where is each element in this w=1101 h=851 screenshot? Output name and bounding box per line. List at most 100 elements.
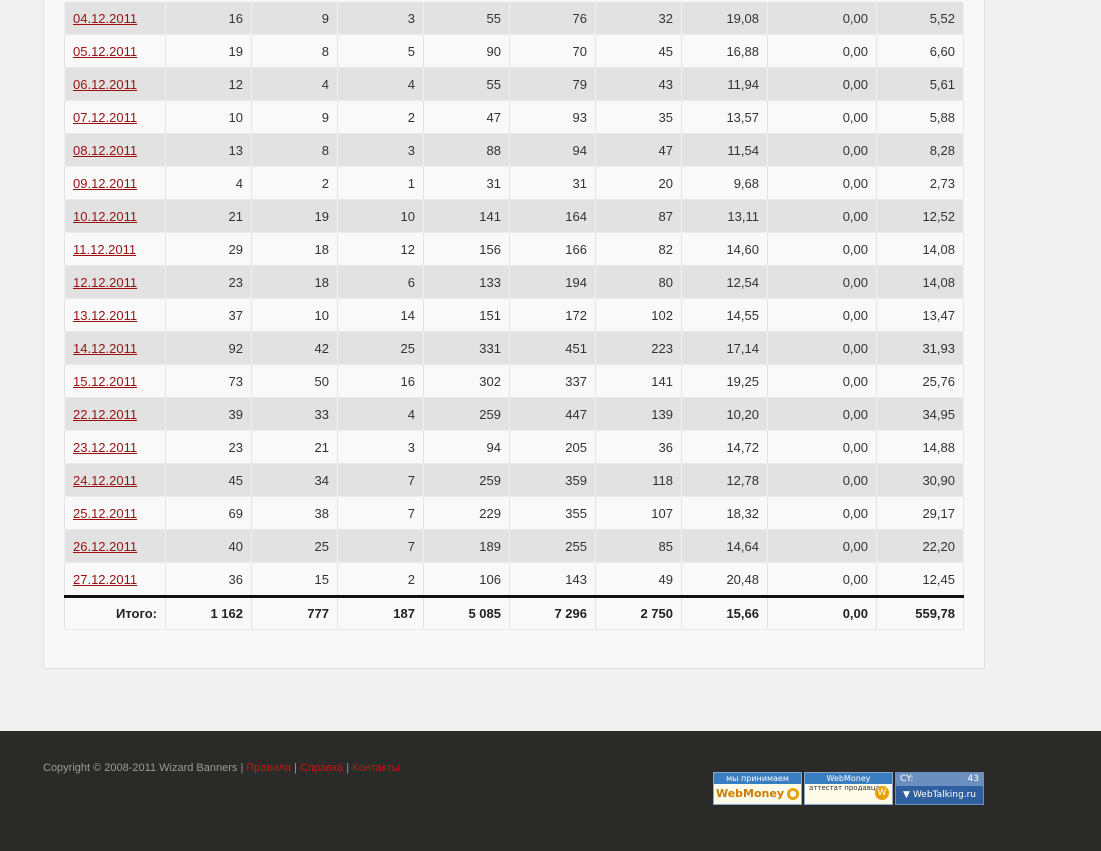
date-link[interactable]: 04.12.2011 (73, 11, 137, 26)
table-row: 09.12.2011 4 2 1 31 31 20 9,68 0,00 2,73 (64, 166, 964, 200)
value-cell: 5,52 (876, 2, 964, 35)
value-cell: 141 (595, 364, 682, 398)
date-link[interactable]: 22.12.2011 (73, 407, 137, 422)
value-cell: 13,57 (681, 100, 768, 134)
date-link[interactable]: 05.12.2011 (73, 44, 137, 59)
value-cell: 13 (165, 133, 252, 167)
value-cell: 42 (251, 331, 338, 365)
date-link[interactable]: 27.12.2011 (73, 572, 137, 587)
date-link[interactable]: 11.12.2011 (73, 242, 136, 257)
webmoney-attestat-badge[interactable]: WebMoney аттестат продавца W (804, 772, 893, 805)
table-row: 14.12.2011 92 42 25 331 451 223 17,14 0,00 31,93 (64, 331, 964, 365)
value-cell: 5 (337, 34, 424, 68)
total-cell: 1 162 (165, 595, 252, 630)
separator: | (346, 762, 350, 774)
table-row: 27.12.2011 36 15 2 106 143 49 20,48 0,00 12,45 (64, 562, 964, 597)
value-cell: 11,54 (681, 133, 768, 167)
value-cell: 3 (337, 133, 424, 167)
value-cell: 80 (595, 265, 682, 299)
contacts-link[interactable]: Контакты (352, 762, 400, 774)
date-link[interactable]: 26.12.2011 (73, 539, 137, 554)
date-cell: 11.12.2011 (64, 232, 166, 266)
cy-label: CY: (900, 774, 914, 784)
webtalking-badge[interactable]: CY: 43 ▼ WebTalking.ru (895, 772, 984, 805)
value-cell: 20,48 (681, 562, 768, 597)
value-cell: 34,95 (876, 397, 964, 431)
value-cell: 12 (165, 67, 252, 101)
value-cell: 36 (595, 430, 682, 464)
value-cell: 69 (165, 496, 252, 530)
value-cell: 0,00 (767, 67, 877, 101)
date-link[interactable]: 09.12.2011 (73, 176, 137, 191)
value-cell: 166 (509, 232, 596, 266)
date-link[interactable]: 07.12.2011 (73, 110, 137, 125)
value-cell: 259 (423, 463, 510, 497)
value-cell: 70 (509, 34, 596, 68)
date-cell: 10.12.2011 (64, 199, 166, 233)
date-cell: 12.12.2011 (64, 265, 166, 299)
help-link[interactable]: Справка (300, 762, 343, 774)
table-row: 22.12.2011 39 33 4 259 447 139 10,20 0,00 34,95 (64, 397, 964, 431)
date-link[interactable]: 12.12.2011 (73, 275, 137, 290)
table-row: 25.12.2011 69 38 7 229 355 107 18,32 0,00 29,17 (64, 496, 964, 530)
value-cell: 20 (595, 166, 682, 200)
date-link[interactable]: 06.12.2011 (73, 77, 137, 92)
total-cell: 559,78 (876, 595, 964, 630)
webtalking-logo-icon: ▼ (903, 790, 910, 800)
date-link[interactable]: 24.12.2011 (73, 473, 137, 488)
value-cell: 17,14 (681, 331, 768, 365)
value-cell: 0,00 (767, 496, 877, 530)
value-cell: 0,00 (767, 364, 877, 398)
value-cell: 172 (509, 298, 596, 332)
value-cell: 0,00 (767, 331, 877, 365)
total-cell: 7 296 (509, 595, 596, 630)
total-cell: 777 (251, 595, 338, 630)
date-cell: 04.12.2011 (64, 2, 166, 35)
value-cell: 92 (165, 331, 252, 365)
value-cell: 35 (595, 100, 682, 134)
copyright-text: Copyright © 2008-2011 Wizard Banners (43, 762, 238, 774)
webmoney-accept-badge[interactable]: мы принимаем WebMoney ● (713, 772, 802, 805)
date-link[interactable]: 25.12.2011 (73, 506, 137, 521)
value-cell: 0,00 (767, 2, 877, 35)
value-cell: 359 (509, 463, 596, 497)
total-label: Итого: (64, 595, 166, 630)
table-row: 13.12.2011 37 10 14 151 172 102 14,55 0,00 13,47 (64, 298, 964, 332)
webtalking-site-text: WebTalking.ru (912, 790, 976, 800)
date-link[interactable]: 10.12.2011 (73, 209, 137, 224)
value-cell: 25 (337, 331, 424, 365)
value-cell: 4 (165, 166, 252, 200)
table-row: 08.12.2011 13 8 3 88 94 47 11,54 0,00 8,28 (64, 133, 964, 167)
table-row: 11.12.2011 29 18 12 156 166 82 14,60 0,00 14,08 (64, 232, 964, 266)
value-cell: 2,73 (876, 166, 964, 200)
total-cell: 187 (337, 595, 424, 630)
date-link[interactable]: 14.12.2011 (73, 341, 137, 356)
value-cell: 451 (509, 331, 596, 365)
value-cell: 31 (423, 166, 510, 200)
rules-link[interactable]: Правила (246, 762, 291, 774)
value-cell: 14,72 (681, 430, 768, 464)
date-cell: 15.12.2011 (64, 364, 166, 398)
date-cell: 24.12.2011 (64, 463, 166, 497)
value-cell: 76 (509, 2, 596, 35)
value-cell: 25 (251, 529, 338, 563)
date-cell: 25.12.2011 (64, 496, 166, 530)
value-cell: 118 (595, 463, 682, 497)
value-cell: 11,94 (681, 67, 768, 101)
badge-brand-text: WebMoney (715, 787, 785, 800)
date-link[interactable]: 23.12.2011 (73, 440, 137, 455)
date-link[interactable]: 15.12.2011 (73, 374, 137, 389)
value-cell: 229 (423, 496, 510, 530)
value-cell: 19 (251, 199, 338, 233)
value-cell: 10 (165, 100, 252, 134)
value-cell: 23 (165, 430, 252, 464)
date-link[interactable]: 13.12.2011 (73, 308, 137, 323)
date-link[interactable]: 08.12.2011 (73, 143, 137, 158)
value-cell: 223 (595, 331, 682, 365)
date-cell: 08.12.2011 (64, 133, 166, 167)
value-cell: 47 (595, 133, 682, 167)
value-cell: 13,11 (681, 199, 768, 233)
value-cell: 31,93 (876, 331, 964, 365)
value-cell: 302 (423, 364, 510, 398)
value-cell: 9 (251, 100, 338, 134)
